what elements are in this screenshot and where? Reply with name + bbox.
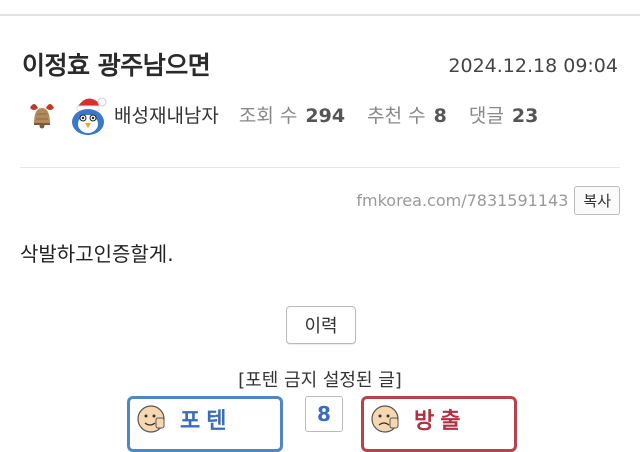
views-label: 조회 수 bbox=[238, 104, 298, 127]
upvote-label: 포텐 bbox=[180, 409, 233, 434]
bell-wreath-icon bbox=[30, 104, 54, 129]
post-content: 삭발하고인증할게. bbox=[20, 242, 174, 266]
post-title: 이정효 광주남으면 bbox=[22, 51, 211, 80]
post-date: 2024.12.18 09:04 bbox=[448, 55, 618, 77]
comments-label: 댓글 bbox=[468, 104, 504, 127]
copy-url-button[interactable]: 복사 bbox=[574, 186, 620, 215]
meta-divider bbox=[20, 167, 620, 168]
recommend-stat: 추천 수 8 bbox=[367, 101, 447, 128]
recommend-label: 추천 수 bbox=[367, 104, 426, 127]
poten-disabled-notice: [포텐 금지 설정된 글] bbox=[238, 370, 402, 391]
comments-stat[interactable]: 댓글 23 bbox=[469, 101, 538, 128]
thumbs-down-face-icon bbox=[371, 405, 399, 433]
upvote-button[interactable]: 포텐 bbox=[127, 396, 283, 452]
post-url-row: fmkorea.com/7831591143 복사 bbox=[356, 186, 620, 215]
views-count: 294 bbox=[305, 104, 346, 127]
comments-count: 23 bbox=[511, 104, 539, 127]
recommend-count: 8 bbox=[433, 104, 447, 127]
history-button[interactable]: 이력 bbox=[286, 306, 356, 344]
author-name[interactable]: 배성재내남자 bbox=[114, 101, 219, 128]
downvote-button[interactable]: 방출 bbox=[361, 396, 517, 452]
vote-count: 8 bbox=[305, 396, 343, 432]
top-divider bbox=[0, 14, 640, 16]
downvote-label: 방출 bbox=[414, 409, 467, 434]
thumbs-up-face-icon bbox=[137, 405, 165, 433]
santa-bird-avatar-icon[interactable] bbox=[66, 92, 110, 136]
post-meta: 배성재내남자 조회 수 294 추천 수 8 댓글 23 bbox=[26, 92, 560, 136]
post-url[interactable]: fmkorea.com/7831591143 bbox=[356, 191, 568, 210]
views-stat: 조회 수 294 bbox=[239, 101, 345, 128]
